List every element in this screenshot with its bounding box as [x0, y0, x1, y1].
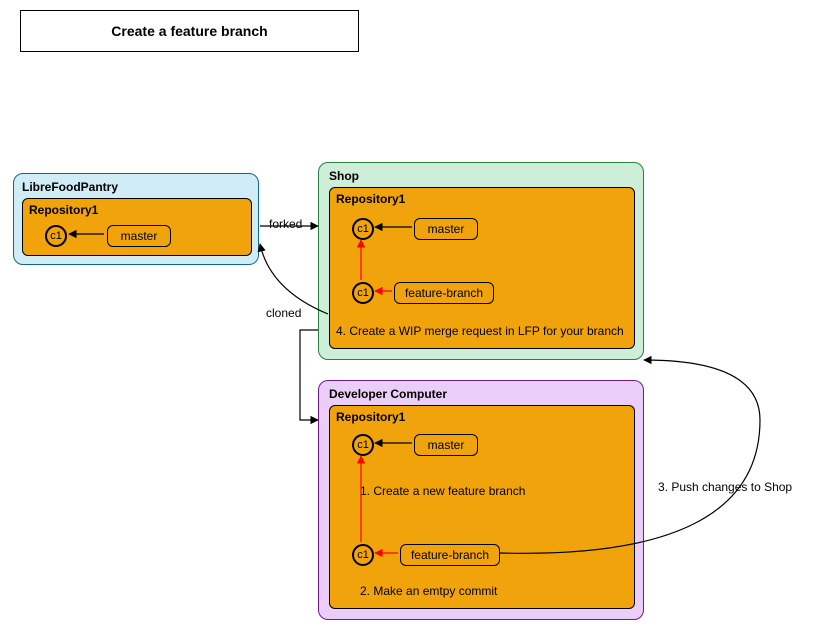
branch-label: master — [121, 229, 158, 243]
branch-label: feature-branch — [411, 548, 489, 562]
dev-branch-feature: feature-branch — [400, 544, 500, 566]
lfp-repo-title: Repository1 — [29, 203, 98, 217]
shop-step4: 4. Create a WIP merge request in LFP for… — [336, 324, 624, 338]
dev-commit-top: c1 — [352, 434, 374, 456]
shop-commit-top: c1 — [352, 218, 374, 240]
branch-label: master — [428, 222, 465, 236]
lfp-repo: Repository1 c1 master — [22, 198, 252, 256]
dev-repo-title: Repository1 — [336, 410, 405, 424]
dev-branch-master: master — [414, 434, 478, 456]
dev-container: Developer Computer Repository1 c1 master… — [318, 380, 644, 620]
shop-repo: Repository1 c1 master c1 feature-branch … — [329, 187, 635, 349]
shop-repo-title: Repository1 — [336, 192, 405, 206]
dev-commit-bottom: c1 — [352, 544, 374, 566]
shop-title: Shop — [329, 169, 359, 183]
shop-container: Shop Repository1 c1 master c1 feature-br… — [318, 162, 644, 360]
title-box: Create a feature branch — [20, 10, 359, 52]
diagram-canvas: Create a feature branch LibreFoodPantry … — [0, 0, 824, 627]
edge-label-step3: 3. Push changes to Shop — [658, 480, 792, 494]
dev-repo: Repository1 c1 master 1. Create a new fe… — [329, 405, 635, 609]
branch-label: feature-branch — [405, 286, 483, 300]
dev-title: Developer Computer — [329, 387, 447, 401]
lfp-title: LibreFoodPantry — [22, 180, 118, 194]
dev-step1: 1. Create a new feature branch — [360, 484, 525, 498]
shop-branch-master: master — [414, 218, 478, 240]
shop-branch-feature: feature-branch — [394, 282, 494, 304]
lfp-commit-c1: c1 — [45, 225, 67, 247]
commit-label: c1 — [50, 230, 62, 242]
commit-label: c1 — [357, 223, 369, 235]
commit-label: c1 — [357, 287, 369, 299]
commit-label: c1 — [357, 439, 369, 451]
diagram-title: Create a feature branch — [111, 23, 267, 39]
edge-label-cloned: cloned — [266, 306, 301, 320]
lfp-branch-master: master — [107, 225, 171, 247]
edge-label-forked: forked — [269, 217, 302, 231]
shop-commit-bottom: c1 — [352, 282, 374, 304]
branch-label: master — [428, 438, 465, 452]
lfp-container: LibreFoodPantry Repository1 c1 master — [13, 173, 259, 265]
dev-step2: 2. Make an emtpy commit — [360, 584, 497, 598]
commit-label: c1 — [357, 549, 369, 561]
